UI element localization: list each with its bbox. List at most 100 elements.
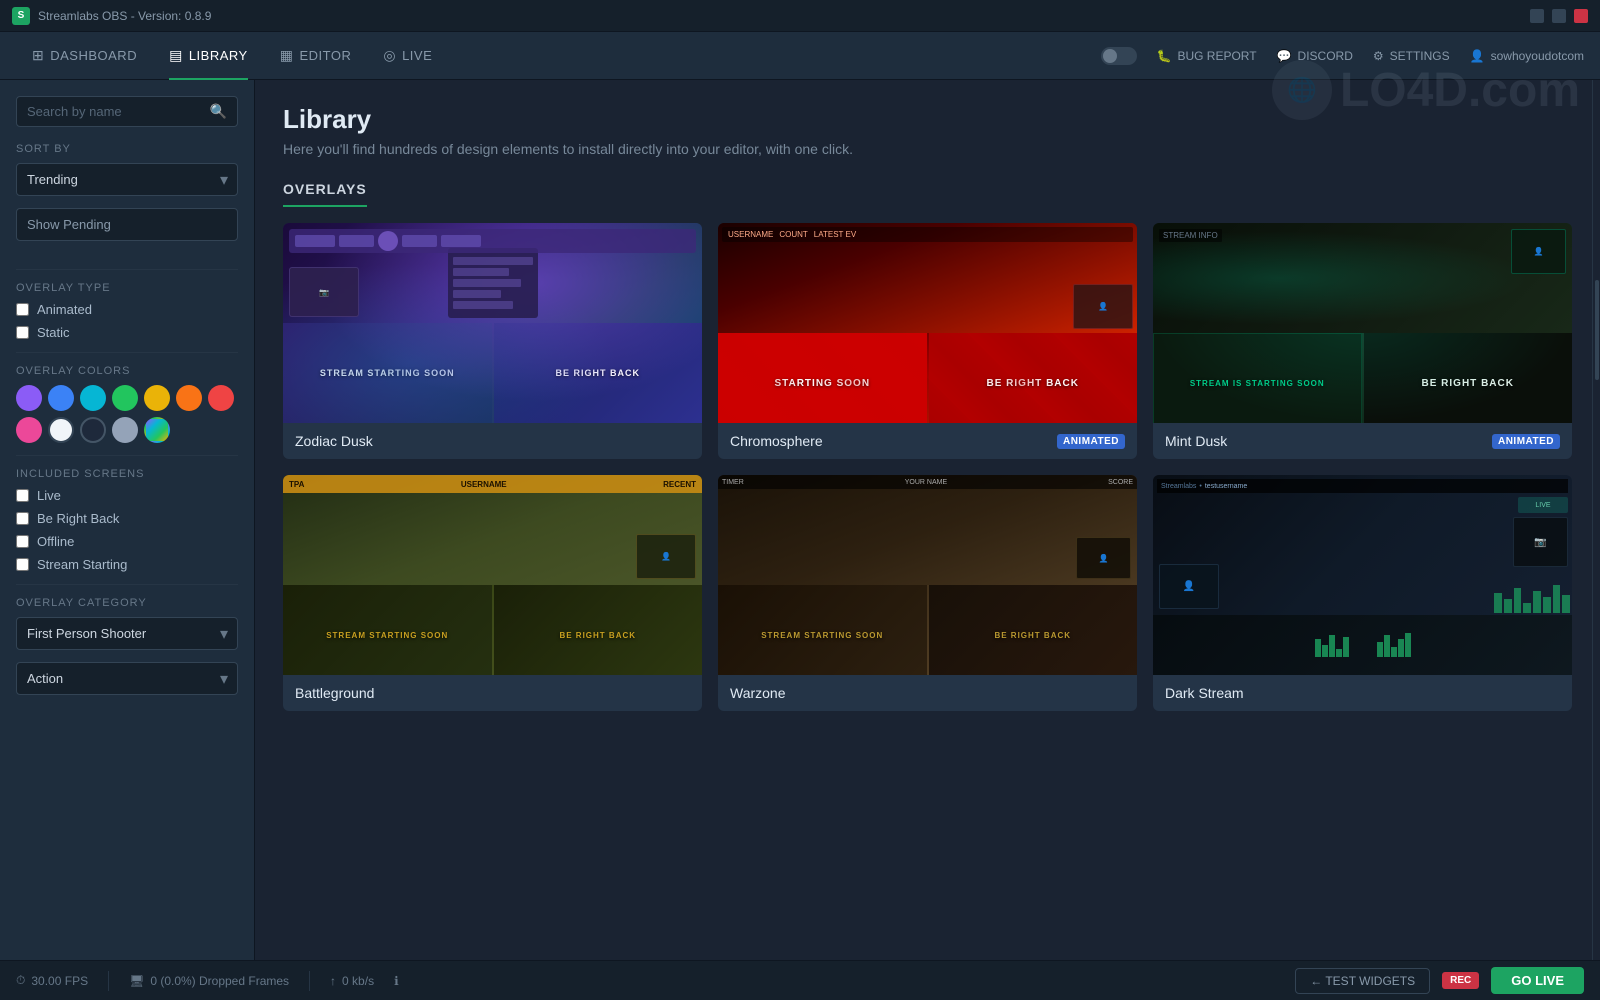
theme-toggle[interactable] bbox=[1101, 47, 1137, 65]
chromosphere-screen2: BE RIGHT BACK bbox=[929, 333, 1138, 423]
live-icon: ◎ bbox=[383, 47, 396, 64]
overlay-card-chromosphere[interactable]: USERNAMECOUNTLATEST EV 👤 STARTING SOON B… bbox=[718, 223, 1137, 459]
filter-animated[interactable]: Animated bbox=[16, 302, 238, 317]
statusbar: ⏱ 30.00 FPS 🖥 0 (0.0%) Dropped Frames ↑ … bbox=[0, 960, 1600, 1000]
statusbar-right: ← TEST WIDGETS REC GO LIVE bbox=[1295, 967, 1584, 994]
animated-checkbox[interactable] bbox=[16, 303, 29, 316]
battleground-screens: STREAM STARTING SOON BE RIGHT BACK bbox=[283, 585, 702, 675]
nav-live[interactable]: ◎ LIVE bbox=[367, 32, 448, 80]
watermark: 🌐 LO4D.com bbox=[1272, 80, 1580, 120]
test-widgets-button[interactable]: ← TEST WIDGETS bbox=[1295, 968, 1430, 994]
nav-editor[interactable]: ▦ EDITOR bbox=[264, 32, 368, 80]
chromosphere-footer: Chromosphere ANIMATED bbox=[718, 423, 1137, 459]
chromosphere-name: Chromosphere bbox=[730, 433, 823, 449]
overlay-type-label: OVERLAY TYPE bbox=[16, 282, 238, 294]
maximize-button[interactable] bbox=[1552, 9, 1566, 23]
minimize-button[interactable] bbox=[1530, 9, 1544, 23]
category2-dropdown[interactable]: Action First Person Shooter bbox=[16, 662, 238, 695]
frames-icon: 🖥 bbox=[129, 974, 144, 988]
titlebar: S Streamlabs OBS - Version: 0.8.9 bbox=[0, 0, 1600, 32]
color-pink[interactable] bbox=[16, 417, 42, 443]
divider-1 bbox=[16, 269, 238, 270]
stream-starting-screen-label: Stream Starting bbox=[37, 557, 127, 572]
static-checkbox[interactable] bbox=[16, 326, 29, 339]
live-checkbox[interactable] bbox=[16, 489, 29, 502]
nav-live-label: LIVE bbox=[402, 48, 432, 63]
screen-be-right-back[interactable]: Be Right Back bbox=[16, 511, 238, 526]
color-cyan[interactable] bbox=[80, 385, 106, 411]
battleground-screen1: STREAM STARTING SOON bbox=[283, 585, 492, 675]
sort-dropdown[interactable]: Trending Newest Most Popular bbox=[16, 163, 238, 196]
divider-4 bbox=[16, 584, 238, 585]
show-pending-button[interactable]: Show Pending bbox=[16, 208, 238, 241]
status-divider-1 bbox=[108, 971, 109, 991]
live-screen-label: Live bbox=[37, 488, 61, 503]
mint-badge: ANIMATED bbox=[1492, 434, 1560, 449]
sidebar-resize-handle[interactable] bbox=[1592, 80, 1600, 960]
chromosphere-preview: USERNAMECOUNTLATEST EV 👤 STARTING SOON B… bbox=[718, 223, 1137, 423]
close-button[interactable] bbox=[1574, 9, 1588, 23]
dropped-frames-display: 🖥 0 (0.0%) Dropped Frames bbox=[129, 974, 289, 988]
overlay-card-mint-dusk[interactable]: 👤 STREAM INFO STREAM IS STARTING SOON BE… bbox=[1153, 223, 1572, 459]
search-container: 🔍 bbox=[16, 96, 238, 127]
stream-starting-checkbox[interactable] bbox=[16, 558, 29, 571]
warzone-footer: Warzone bbox=[718, 675, 1137, 711]
color-yellow[interactable] bbox=[144, 385, 170, 411]
color-black[interactable] bbox=[80, 417, 106, 443]
color-blue[interactable] bbox=[48, 385, 74, 411]
search-input[interactable] bbox=[27, 104, 210, 119]
offline-checkbox[interactable] bbox=[16, 535, 29, 548]
overlay-colors-label: OVERLAY COLORS bbox=[16, 365, 238, 377]
window-controls bbox=[1530, 9, 1588, 23]
category-dropdown[interactable]: First Person Shooter Action Sports Fanta… bbox=[16, 617, 238, 650]
main-layout: 🔍 SORT BY Trending Newest Most Popular S… bbox=[0, 80, 1600, 960]
screen-offline[interactable]: Offline bbox=[16, 534, 238, 549]
color-filter-grid bbox=[16, 385, 238, 443]
color-gray[interactable] bbox=[112, 417, 138, 443]
dark-stream-preview: Streamlabs•testusername LIVE 📷 👤 bbox=[1153, 475, 1572, 675]
overlay-card-warzone[interactable]: TIMERYOUR NAMESCORE 👤 STREAM STARTING SO… bbox=[718, 475, 1137, 711]
color-purple[interactable] bbox=[16, 385, 42, 411]
zodiac-screen1: STREAM STARTING SOON bbox=[283, 323, 492, 423]
color-orange[interactable] bbox=[176, 385, 202, 411]
filter-static[interactable]: Static bbox=[16, 325, 238, 340]
battleground-footer: Battleground bbox=[283, 675, 702, 711]
color-gradient[interactable] bbox=[144, 417, 170, 443]
overlays-section-title: OVERLAYS bbox=[283, 181, 367, 207]
battleground-screen2: BE RIGHT BACK bbox=[494, 585, 703, 675]
rec-badge: REC bbox=[1442, 972, 1479, 989]
zodiac-screens: STREAM STARTING SOON BE RIGHT BACK bbox=[283, 323, 702, 423]
animated-label: Animated bbox=[37, 302, 92, 317]
scroll-indicator bbox=[1595, 280, 1599, 380]
nav-library-label: LIBRARY bbox=[189, 48, 248, 63]
info-button[interactable]: ℹ bbox=[394, 974, 399, 988]
bug-report-button[interactable]: 🐛 BUG REPORT bbox=[1157, 49, 1257, 63]
go-live-button[interactable]: GO LIVE bbox=[1491, 967, 1584, 994]
overlay-card-zodiac-dusk[interactable]: 📷 STREAM STARTING SOON BE RIGHT BACK bbox=[283, 223, 702, 459]
dropped-frames-value: 0 (0.0%) Dropped Frames bbox=[150, 974, 289, 988]
screen-stream-starting[interactable]: Stream Starting bbox=[16, 557, 238, 572]
overlay-card-dark-stream[interactable]: Streamlabs•testusername LIVE 📷 👤 bbox=[1153, 475, 1572, 711]
color-white[interactable] bbox=[48, 417, 74, 443]
watermark-icon: 🌐 bbox=[1272, 80, 1332, 120]
search-icon[interactable]: 🔍 bbox=[210, 103, 227, 120]
bitrate-value: 0 kb/s bbox=[342, 974, 374, 988]
sidebar: 🔍 SORT BY Trending Newest Most Popular S… bbox=[0, 80, 255, 960]
nav-dashboard[interactable]: ⊞ DASHBOARD bbox=[16, 32, 153, 80]
static-label: Static bbox=[37, 325, 70, 340]
brb-screen-label: Be Right Back bbox=[37, 511, 119, 526]
sort-dropdown-wrapper: Trending Newest Most Popular bbox=[16, 163, 238, 196]
warzone-screen1: STREAM STARTING SOON bbox=[718, 585, 927, 675]
nav-dashboard-label: DASHBOARD bbox=[50, 48, 137, 63]
warzone-screens: STREAM STARTING SOON BE RIGHT BACK bbox=[718, 585, 1137, 675]
zodiac-preview: 📷 STREAM STARTING SOON BE RIGHT BACK bbox=[283, 223, 702, 423]
nav-library[interactable]: ▤ LIBRARY bbox=[153, 32, 264, 80]
color-green[interactable] bbox=[112, 385, 138, 411]
info-icon: ℹ bbox=[394, 974, 399, 988]
screen-live[interactable]: Live bbox=[16, 488, 238, 503]
brb-checkbox[interactable] bbox=[16, 512, 29, 525]
mint-name: Mint Dusk bbox=[1165, 433, 1227, 449]
color-red[interactable] bbox=[208, 385, 234, 411]
bitrate-display: ↑ 0 kb/s bbox=[330, 974, 374, 988]
overlay-card-battleground[interactable]: TPAUSERNAMERECENT 👤 STREAM STARTING SOON bbox=[283, 475, 702, 711]
